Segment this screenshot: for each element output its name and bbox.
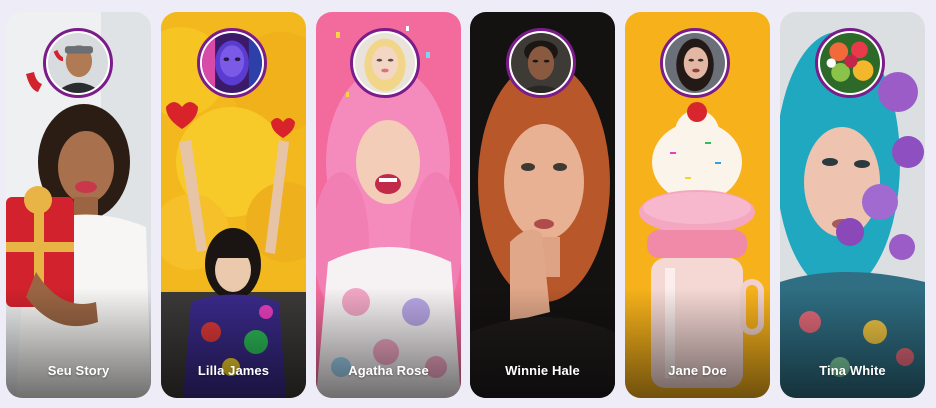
- avatar[interactable]: [660, 28, 730, 98]
- story-name-label: Lilla James: [197, 363, 270, 378]
- label-shade: [6, 288, 151, 398]
- avatar[interactable]: [506, 28, 576, 98]
- label-shade: [161, 288, 306, 398]
- avatar[interactable]: [43, 28, 113, 98]
- story-name-label: Seu Story: [47, 363, 110, 378]
- story-name-label: Winnie Hale: [505, 363, 580, 378]
- dark-haired-woman-avatar: [665, 33, 725, 93]
- story-name-label: Jane Doe: [668, 363, 727, 378]
- man-with-antlers-avatar: [48, 33, 108, 93]
- label-shade: [780, 288, 925, 398]
- label-shade: [625, 288, 770, 398]
- label-shade: [470, 288, 615, 398]
- blonde-woman-avatar: [355, 33, 415, 93]
- avatar[interactable]: [197, 28, 267, 98]
- label-shade: [316, 288, 461, 398]
- avatar[interactable]: [815, 28, 885, 98]
- story-name-label: Tina White: [819, 363, 886, 378]
- fruit-bowl-avatar: [820, 33, 880, 93]
- young-man-avatar: [511, 33, 571, 93]
- stories-strip: Seu Story Lilla James Agatha Rose Winnie…: [0, 0, 936, 408]
- neon-face-avatar: [202, 33, 262, 93]
- avatar[interactable]: [350, 28, 420, 98]
- story-name-label: Agatha Rose: [348, 363, 429, 378]
